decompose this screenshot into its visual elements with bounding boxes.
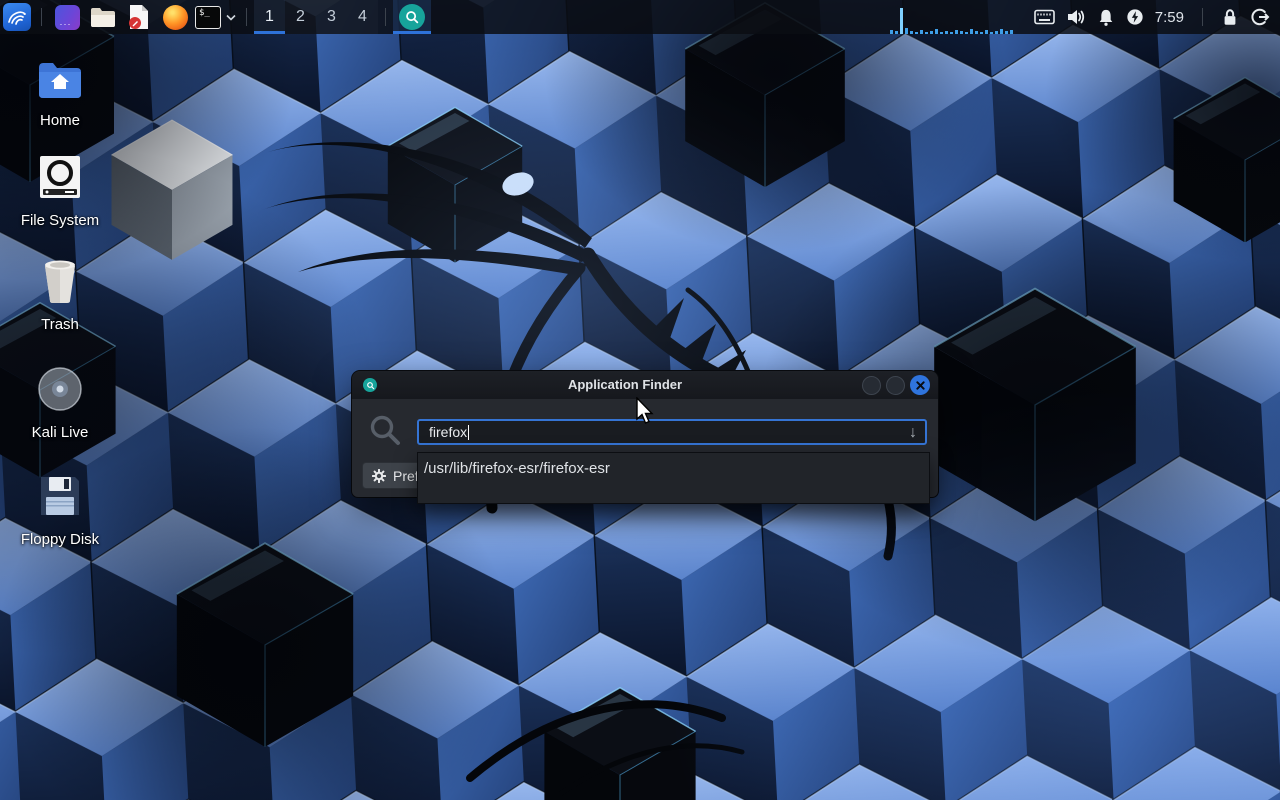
window-title: Application Finder	[352, 371, 898, 399]
firefox-icon	[163, 5, 188, 30]
folder-icon	[90, 6, 116, 28]
active-underline	[393, 31, 431, 34]
workspace-button-1[interactable]: 1	[254, 0, 285, 34]
workspace-button-3[interactable]: 3	[316, 0, 347, 34]
completion-item[interactable]: /usr/lib/firefox-esr/firefox-esr	[418, 453, 929, 477]
workspace-button-2[interactable]: 2	[285, 0, 316, 34]
desktop-icon-trash[interactable]: Trash	[12, 258, 108, 333]
desktop-icon-file-system[interactable]: File System	[12, 154, 108, 229]
close-button[interactable]	[910, 375, 930, 395]
keyboard-icon[interactable]	[1034, 9, 1055, 25]
workspace-label: 3	[327, 8, 336, 26]
home-folder-icon	[12, 54, 108, 100]
panel-separator	[1202, 8, 1203, 26]
panel-separator	[385, 8, 386, 26]
search-input[interactable]: firefox ↓	[417, 419, 927, 445]
desktop-icon-label: Kali Live	[12, 424, 108, 441]
panel-separator	[41, 8, 42, 26]
completion-popup: /usr/lib/firefox-esr/firefox-esr	[417, 452, 930, 504]
desktop-icon-label: Trash	[12, 316, 108, 333]
trash-can-icon	[12, 258, 108, 304]
chevron-down-icon	[226, 14, 236, 21]
workspace-label: 4	[358, 8, 367, 26]
dropdown-arrow-icon[interactable]: ↓	[909, 422, 917, 443]
maximize-button[interactable]	[886, 376, 905, 395]
terminal-dropdown[interactable]	[223, 14, 239, 21]
kali-menu-icon	[3, 3, 31, 31]
panel-separator	[246, 8, 247, 26]
notifications-bell-icon[interactable]	[1097, 8, 1115, 27]
firefox-launcher[interactable]	[157, 0, 193, 34]
workspace-label: 1	[265, 8, 274, 26]
search-input-value: firefox	[429, 424, 467, 440]
terminal-icon: $_	[195, 6, 221, 29]
power-manager-icon[interactable]	[1126, 8, 1144, 26]
text-editor-launcher[interactable]	[121, 0, 157, 34]
top-panel: ··· $_	[0, 0, 1280, 34]
text-caret	[468, 425, 469, 440]
workspace-button-4[interactable]: 4	[347, 0, 378, 34]
volume-icon[interactable]	[1066, 7, 1086, 27]
desktop-icon-label: Home	[12, 112, 108, 129]
application-finder-button[interactable]	[393, 0, 431, 34]
applications-menu-button[interactable]	[0, 0, 34, 34]
desktop-icon-home[interactable]: Home	[12, 54, 108, 129]
floppy-disk-icon	[12, 473, 108, 519]
desktop-icon-label: Floppy Disk	[12, 531, 108, 548]
search-icon-large	[369, 414, 403, 448]
hard-drive-icon	[12, 154, 108, 200]
desktop-icon-kali-live[interactable]: Kali Live	[12, 366, 108, 441]
desktop-icon-floppy-disk[interactable]: Floppy Disk	[12, 473, 108, 548]
mouse-cursor	[636, 397, 658, 427]
optical-disc-icon	[12, 366, 108, 412]
workspace-label: 2	[296, 8, 305, 26]
clock[interactable]: 7:59	[1155, 9, 1184, 26]
active-underline	[254, 31, 285, 34]
search-icon	[399, 4, 425, 30]
desktop-icon-label: File System	[12, 212, 108, 229]
desktop: Home File System Trash	[0, 0, 1280, 800]
file-manager-launcher[interactable]	[85, 0, 121, 34]
logout-icon[interactable]	[1250, 7, 1270, 27]
lock-icon[interactable]	[1221, 8, 1239, 27]
gear-icon	[372, 469, 386, 483]
minimize-button[interactable]	[862, 376, 881, 395]
document-edit-icon	[127, 4, 151, 30]
cpu-graph[interactable]	[888, 0, 1018, 34]
purple-window-icon: ···	[55, 5, 80, 30]
window-launcher[interactable]: ···	[49, 0, 85, 34]
titlebar[interactable]: Application Finder	[352, 371, 938, 399]
terminal-launcher[interactable]: $_	[193, 0, 223, 34]
close-icon	[916, 381, 925, 390]
